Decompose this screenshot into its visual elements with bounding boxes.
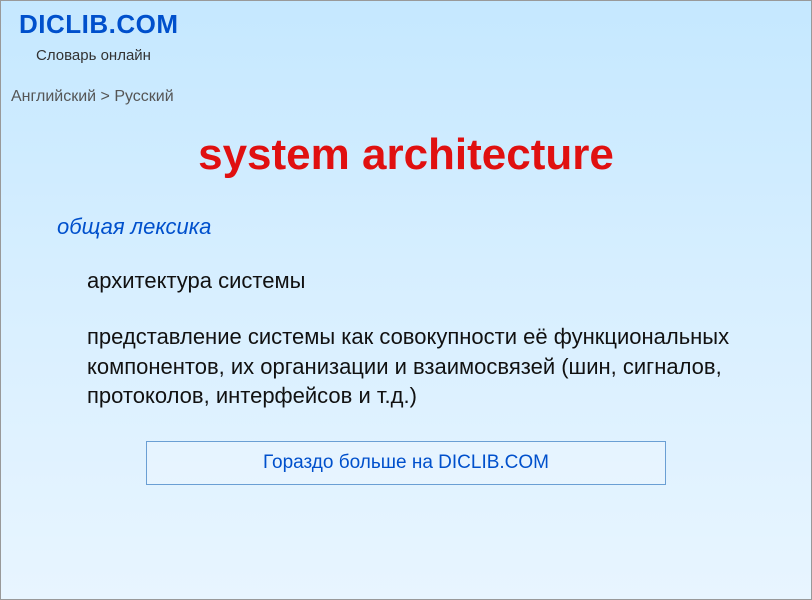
site-title[interactable]: DICLIB.COM — [19, 9, 793, 40]
definition-short: архитектура системы — [87, 268, 771, 294]
entry-title: system architecture — [1, 130, 811, 180]
cta-box[interactable]: Гораздо больше на DICLIB.COM — [146, 441, 666, 485]
definition-long: представление системы как совокупности е… — [87, 322, 771, 411]
header: DICLIB.COM Словарь онлайн — [1, 1, 811, 74]
tagline: Словарь онлайн — [36, 47, 151, 64]
breadcrumb[interactable]: Английский > Русский — [1, 74, 811, 112]
tagline-box: Словарь онлайн — [21, 42, 166, 70]
category-label: общая лексика — [57, 214, 811, 240]
cta-link[interactable]: Гораздо больше на DICLIB.COM — [263, 452, 549, 473]
